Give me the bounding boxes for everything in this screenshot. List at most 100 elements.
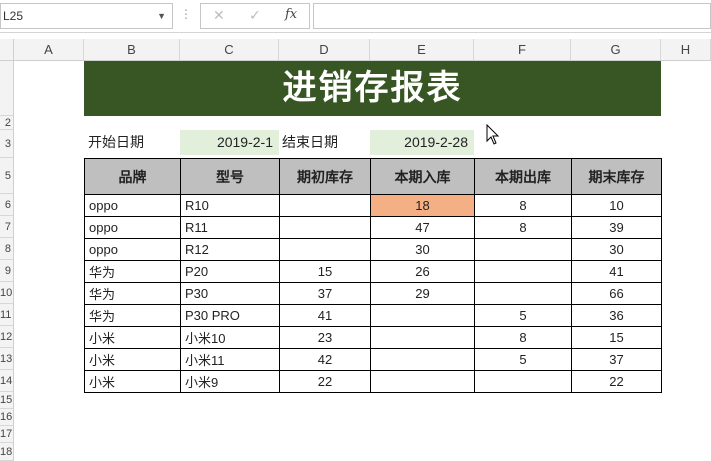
row-header[interactable]: 5: [0, 158, 14, 194]
cell-brand[interactable]: 小米: [84, 348, 181, 371]
insert-function-icon[interactable]: fx: [285, 7, 297, 22]
cell-closing-stock[interactable]: 15: [571, 326, 662, 349]
cell-opening-stock[interactable]: 15: [279, 260, 371, 283]
header-opening-stock[interactable]: 期初库存: [279, 158, 371, 195]
cell-brand[interactable]: oppo: [84, 238, 181, 261]
chevron-down-icon[interactable]: ▼: [157, 4, 166, 28]
row-header[interactable]: 9: [0, 260, 14, 282]
row-header[interactable]: 7: [0, 216, 14, 238]
cell-stock-out[interactable]: 8: [474, 194, 572, 217]
cell-opening-stock[interactable]: 22: [279, 370, 371, 393]
column-header-h[interactable]: H: [661, 39, 711, 61]
cell-model[interactable]: 小米11: [180, 348, 280, 371]
select-all-corner[interactable]: [0, 39, 14, 61]
row-header[interactable]: 3: [0, 130, 14, 158]
cell-brand[interactable]: 华为: [84, 260, 181, 283]
cell-stock-in[interactable]: [370, 304, 475, 327]
cell-stock-out[interactable]: 8: [474, 216, 572, 239]
cell-stock-out[interactable]: [474, 238, 572, 261]
cell-stock-in[interactable]: 47: [370, 216, 475, 239]
column-header-a[interactable]: A: [14, 39, 84, 61]
row-header[interactable]: 17: [0, 426, 14, 443]
cell-model[interactable]: R11: [180, 216, 280, 239]
cell-closing-stock[interactable]: 10: [571, 194, 662, 217]
cell-opening-stock[interactable]: 41: [279, 304, 371, 327]
cell-opening-stock[interactable]: [279, 194, 371, 217]
table-row: oppo R11 47 8 39: [84, 216, 662, 239]
row-header[interactable]: 8: [0, 238, 14, 260]
cell-opening-stock[interactable]: 42: [279, 348, 371, 371]
cell-closing-stock[interactable]: 66: [571, 282, 662, 305]
column-header-g[interactable]: G: [571, 39, 661, 61]
cell-opening-stock[interactable]: [279, 216, 371, 239]
cell-stock-out[interactable]: 5: [474, 304, 572, 327]
cell-brand[interactable]: 华为: [84, 282, 181, 305]
cell-stock-out[interactable]: 5: [474, 348, 572, 371]
row-header[interactable]: 6: [0, 194, 14, 216]
header-stock-out[interactable]: 本期出库: [474, 158, 572, 195]
cell-model[interactable]: P20: [180, 260, 280, 283]
cell-brand[interactable]: oppo: [84, 216, 181, 239]
column-header-e[interactable]: E: [370, 39, 474, 61]
formula-input[interactable]: [313, 3, 711, 29]
cell-brand[interactable]: 华为: [84, 304, 181, 327]
cell-stock-out[interactable]: [474, 282, 572, 305]
cell-stock-out[interactable]: [474, 370, 572, 393]
start-date-cell[interactable]: 2019-2-1: [180, 130, 279, 155]
column-header-c[interactable]: C: [180, 39, 279, 61]
cell-closing-stock[interactable]: 37: [571, 348, 662, 371]
cell-model[interactable]: P30 PRO: [180, 304, 280, 327]
cell-stock-in-selected[interactable]: 18: [370, 194, 475, 217]
row-header[interactable]: [0, 61, 14, 116]
cell-stock-out[interactable]: [474, 260, 572, 283]
header-closing-stock[interactable]: 期末库存: [571, 158, 662, 195]
row-header[interactable]: 13: [0, 348, 14, 370]
row-header[interactable]: 16: [0, 409, 14, 426]
cell-closing-stock[interactable]: 41: [571, 260, 662, 283]
header-model[interactable]: 型号: [180, 158, 280, 195]
cell-stock-in[interactable]: 26: [370, 260, 475, 283]
cell-model[interactable]: 小米9: [180, 370, 280, 393]
row-header[interactable]: 11: [0, 304, 14, 326]
cell-brand[interactable]: 小米: [84, 370, 181, 393]
cell-closing-stock[interactable]: 39: [571, 216, 662, 239]
name-box[interactable]: L25 ▼: [0, 3, 173, 29]
cell-brand[interactable]: 小米: [84, 326, 181, 349]
cell-closing-stock[interactable]: 36: [571, 304, 662, 327]
formula-buttons: ✕ ✓ fx: [200, 3, 310, 29]
table-row: 小米 小米11 42 5 37: [84, 348, 662, 371]
header-brand[interactable]: 品牌: [84, 158, 181, 195]
cell-model[interactable]: R10: [180, 194, 280, 217]
header-stock-in[interactable]: 本期入库: [370, 158, 475, 195]
cell-brand[interactable]: oppo: [84, 194, 181, 217]
cell-model[interactable]: 小米10: [180, 326, 280, 349]
cell-stock-in[interactable]: 30: [370, 238, 475, 261]
cell-stock-in[interactable]: [370, 370, 475, 393]
row-header[interactable]: 14: [0, 370, 14, 392]
row-header[interactable]: 12: [0, 326, 14, 348]
table-row: 华为 P20 15 26 41: [84, 260, 662, 283]
column-header-d[interactable]: D: [279, 39, 370, 61]
end-date-cell[interactable]: 2019-2-28: [370, 130, 474, 155]
row-header[interactable]: 2: [0, 116, 14, 130]
cell-stock-in[interactable]: 29: [370, 282, 475, 305]
column-header-f[interactable]: F: [474, 39, 571, 61]
cell-opening-stock[interactable]: 23: [279, 326, 371, 349]
cell-opening-stock[interactable]: 37: [279, 282, 371, 305]
cell-stock-out[interactable]: 8: [474, 326, 572, 349]
cell-stock-in[interactable]: [370, 326, 475, 349]
cell-model[interactable]: P30: [180, 282, 280, 305]
cancel-icon[interactable]: ✕: [213, 7, 225, 24]
enter-icon[interactable]: ✓: [249, 7, 261, 24]
cell-stock-in[interactable]: [370, 348, 475, 371]
row-header[interactable]: 15: [0, 392, 14, 409]
column-header-b[interactable]: B: [84, 39, 180, 61]
row-header[interactable]: 18: [0, 443, 14, 461]
row-header[interactable]: 10: [0, 282, 14, 304]
cell-closing-stock[interactable]: 22: [571, 370, 662, 393]
cell-opening-stock[interactable]: [279, 238, 371, 261]
table-row: oppo R12 30 30: [84, 238, 662, 261]
cell-model[interactable]: R12: [180, 238, 280, 261]
drag-handle-icon[interactable]: ⋮: [180, 7, 192, 21]
cell-closing-stock[interactable]: 30: [571, 238, 662, 261]
